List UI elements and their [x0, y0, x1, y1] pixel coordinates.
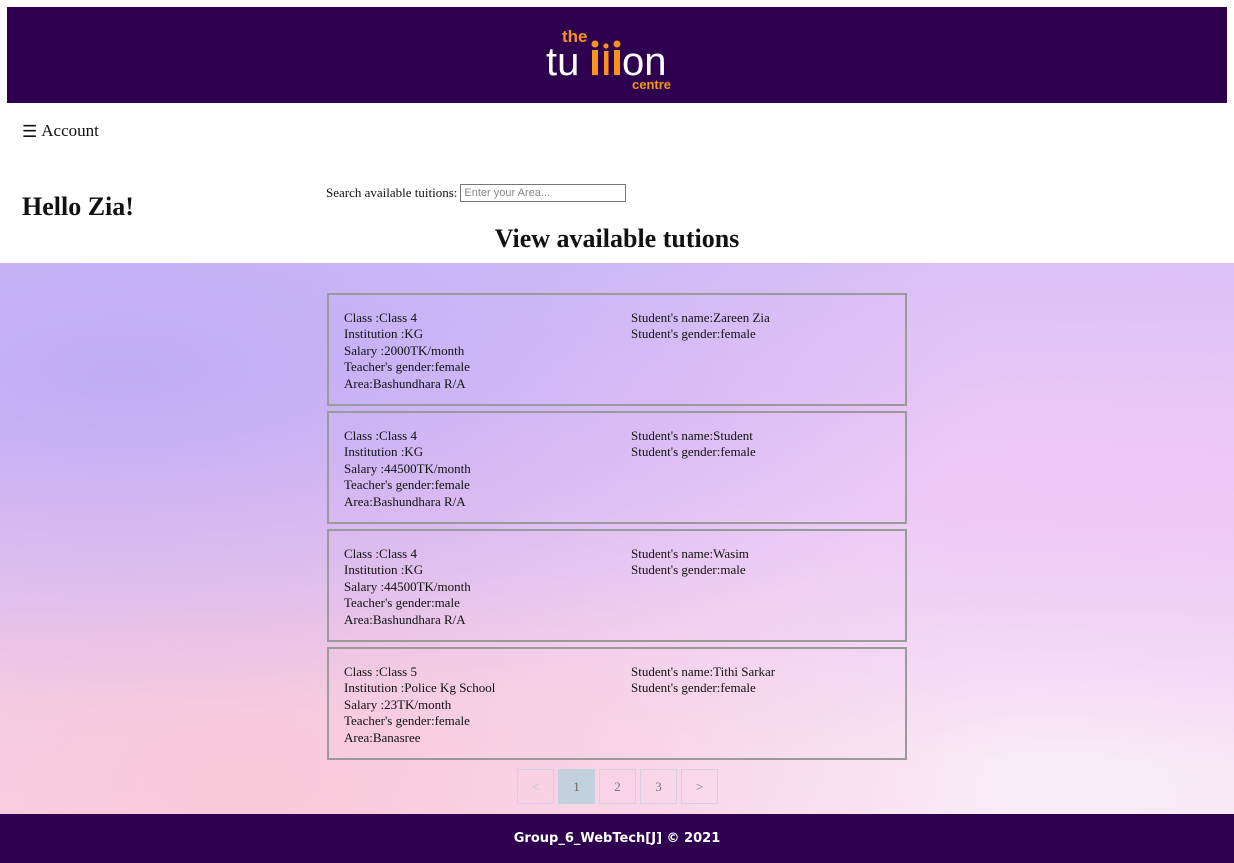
student-name-text: Student's name:Student — [631, 428, 753, 443]
hamburger-menu-icon: ☰ — [22, 121, 38, 141]
student-gender-text: Student's gender:female — [631, 680, 756, 696]
student-gender-text: Student's gender:female — [631, 444, 756, 460]
student-gender-text: Student's gender:female — [631, 326, 756, 342]
area-search-input[interactable] — [460, 184, 627, 202]
institution-text: Institution :KG — [344, 562, 424, 578]
teacher-gender-text: Teacher's gender:female — [344, 713, 470, 729]
class-text: Class :Class 4 — [344, 310, 417, 325]
area-text: Area:Bashundhara R/A — [344, 611, 466, 627]
student-name-text: Student's name:Wasim — [631, 546, 749, 561]
class-text: Class :Class 4 — [344, 546, 417, 561]
student-details: Student's name:Wasim Student's gender:ma… — [631, 546, 749, 579]
svg-text:tu: tu — [546, 40, 579, 84]
svg-text:centre: centre — [632, 77, 671, 91]
tuition-details: Class :Class 4 Institution :KG Salary :4… — [344, 428, 471, 510]
student-details: Student's name:Tithi Sarkar Student's ge… — [631, 664, 775, 697]
area-text: Area:Bashundhara R/A — [344, 493, 466, 509]
account-menu[interactable]: ☰ Account — [22, 121, 99, 141]
tuition-card[interactable]: Class :Class 5 Institution :Police Kg Sc… — [327, 647, 907, 760]
area-text: Area:Banasree — [344, 729, 421, 745]
site-footer: Group_6_WebTech[J] © 2021 — [0, 814, 1234, 863]
student-name-text: Student's name:Zareen Zia — [631, 310, 770, 325]
tuition-centre-logo[interactable]: the tu on centre — [542, 19, 692, 91]
tuition-details: Class :Class 4 Institution :KG Salary :2… — [344, 310, 470, 392]
next-page-button[interactable]: > — [681, 769, 718, 804]
account-label: Account — [41, 121, 99, 140]
site-header: the tu on centre — [7, 7, 1227, 103]
page: the tu on centre ☰ Account Hello Zia! Se… — [0, 0, 1234, 863]
logo-graphic: the tu on centre — [546, 27, 671, 91]
salary-text: Salary :44500TK/month — [344, 460, 471, 476]
greeting-heading: Hello Zia! — [22, 192, 134, 221]
student-details: Student's name:Zareen Zia Student's gend… — [631, 310, 770, 343]
student-gender-text: Student's gender:male — [631, 562, 746, 578]
teacher-gender-text: Teacher's gender:female — [344, 477, 470, 493]
institution-text: Institution :KG — [344, 326, 424, 342]
teacher-gender-text: Teacher's gender:male — [344, 595, 460, 611]
search-bar: Search available tuitions: — [326, 184, 627, 202]
salary-text: Salary :2000TK/month — [344, 342, 465, 358]
salary-text: Salary :44500TK/month — [344, 578, 471, 594]
tuition-card[interactable]: Class :Class 4 Institution :KG Salary :2… — [327, 293, 907, 406]
footer-copyright-text: Group_6_WebTech[J] © 2021 — [513, 831, 721, 846]
tuition-details: Class :Class 4 Institution :KG Salary :4… — [344, 546, 471, 628]
salary-text: Salary :23TK/month — [344, 696, 452, 712]
tuition-details: Class :Class 5 Institution :Police Kg Sc… — [344, 664, 495, 746]
institution-text: Institution :Police Kg School — [344, 680, 496, 696]
search-label: Search available tuitions: — [326, 185, 458, 200]
pagination: < 1 2 3 > — [517, 769, 718, 804]
prev-page-button[interactable]: < — [517, 769, 554, 804]
tuition-card[interactable]: Class :Class 4 Institution :KG Salary :4… — [327, 411, 907, 524]
class-text: Class :Class 5 — [344, 664, 417, 679]
student-name-text: Student's name:Tithi Sarkar — [631, 664, 776, 679]
class-text: Class :Class 4 — [344, 428, 417, 443]
tuition-list: Class :Class 4 Institution :KG Salary :2… — [327, 293, 907, 765]
page-1-button[interactable]: 1 — [558, 769, 595, 804]
page-2-button[interactable]: 2 — [599, 769, 636, 804]
student-details: Student's name:Student Student's gender:… — [631, 428, 756, 461]
tuition-card[interactable]: Class :Class 4 Institution :KG Salary :4… — [327, 529, 907, 642]
page-3-button[interactable]: 3 — [640, 769, 677, 804]
teacher-gender-text: Teacher's gender:female — [344, 359, 470, 375]
area-text: Area:Bashundhara R/A — [344, 375, 466, 391]
institution-text: Institution :KG — [344, 444, 424, 460]
section-title: View available tutions — [494, 224, 740, 253]
